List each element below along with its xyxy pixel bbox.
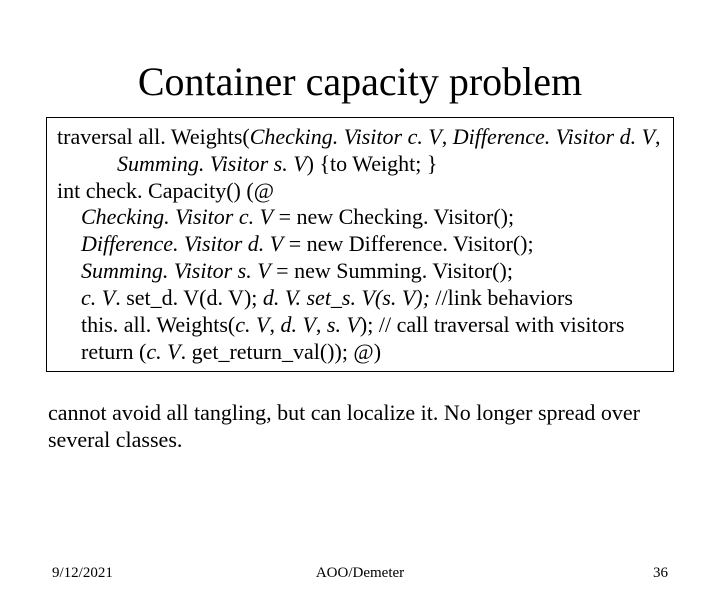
code-text: ) {to Weight; } [307,151,438,176]
caption-text: cannot avoid all tangling, but can local… [48,400,672,453]
code-text: traversal all. Weights( [57,124,250,149]
code-box: traversal all. Weights(Checking. Visitor… [46,117,674,372]
code-text: this. all. Weights( [81,312,235,337]
code-ital: s. V [327,312,360,337]
code-text: = new Checking. Visitor(); [273,204,514,229]
code-ital: d. V. set_s. V(s. V); [263,285,430,310]
code-ital: Checking. Visitor c. V [81,204,273,229]
slide-title: Container capacity problem [0,58,720,105]
code-text: , [269,312,280,337]
slide: Container capacity problem traversal all… [0,58,720,598]
code-text: = new Summing. Visitor(); [271,258,513,283]
code-line-2: Summing. Visitor s. V) {to Weight; } [57,151,663,178]
code-ital: c. V [235,312,269,337]
code-ital: Checking. Visitor c. V [250,124,442,149]
code-line-4: Checking. Visitor c. V = new Checking. V… [57,204,663,231]
code-ital: Summing. Visitor s. V [81,258,271,283]
code-ital: d. V [280,312,315,337]
code-text: ); // call traversal with visitors [360,312,625,337]
code-text: = new Difference. Visitor(); [283,231,533,256]
code-text: //link behaviors [430,285,573,310]
footer-page-number: 36 [653,565,668,582]
code-line-1: traversal all. Weights(Checking. Visitor… [57,124,663,151]
code-text: . set_d. V(d. V); [115,285,263,310]
code-text: , [655,124,661,149]
code-ital: c. V [81,285,115,310]
code-text: . get_return_val()); @) [181,339,381,364]
code-line-6: Summing. Visitor s. V = new Summing. Vis… [57,258,663,285]
code-text: , [316,312,327,337]
code-line-8: this. all. Weights(c. V, d. V, s. V); //… [57,312,663,339]
code-line-3: int check. Capacity() (@ [57,178,663,205]
code-text: , [442,124,453,149]
code-line-9: return (c. V. get_return_val()); @) [57,339,663,366]
code-line-5: Difference. Visitor d. V = new Differenc… [57,231,663,258]
footer-center: AOO/Demeter [0,565,720,582]
code-ital: Summing. Visitor s. V [117,151,307,176]
code-ital: Difference. Visitor d. V [81,231,283,256]
code-ital: Difference. Visitor d. V [453,124,655,149]
code-text: return ( [81,339,146,364]
code-line-7: c. V. set_d. V(d. V); d. V. set_s. V(s. … [57,285,663,312]
code-ital: c. V [146,339,180,364]
